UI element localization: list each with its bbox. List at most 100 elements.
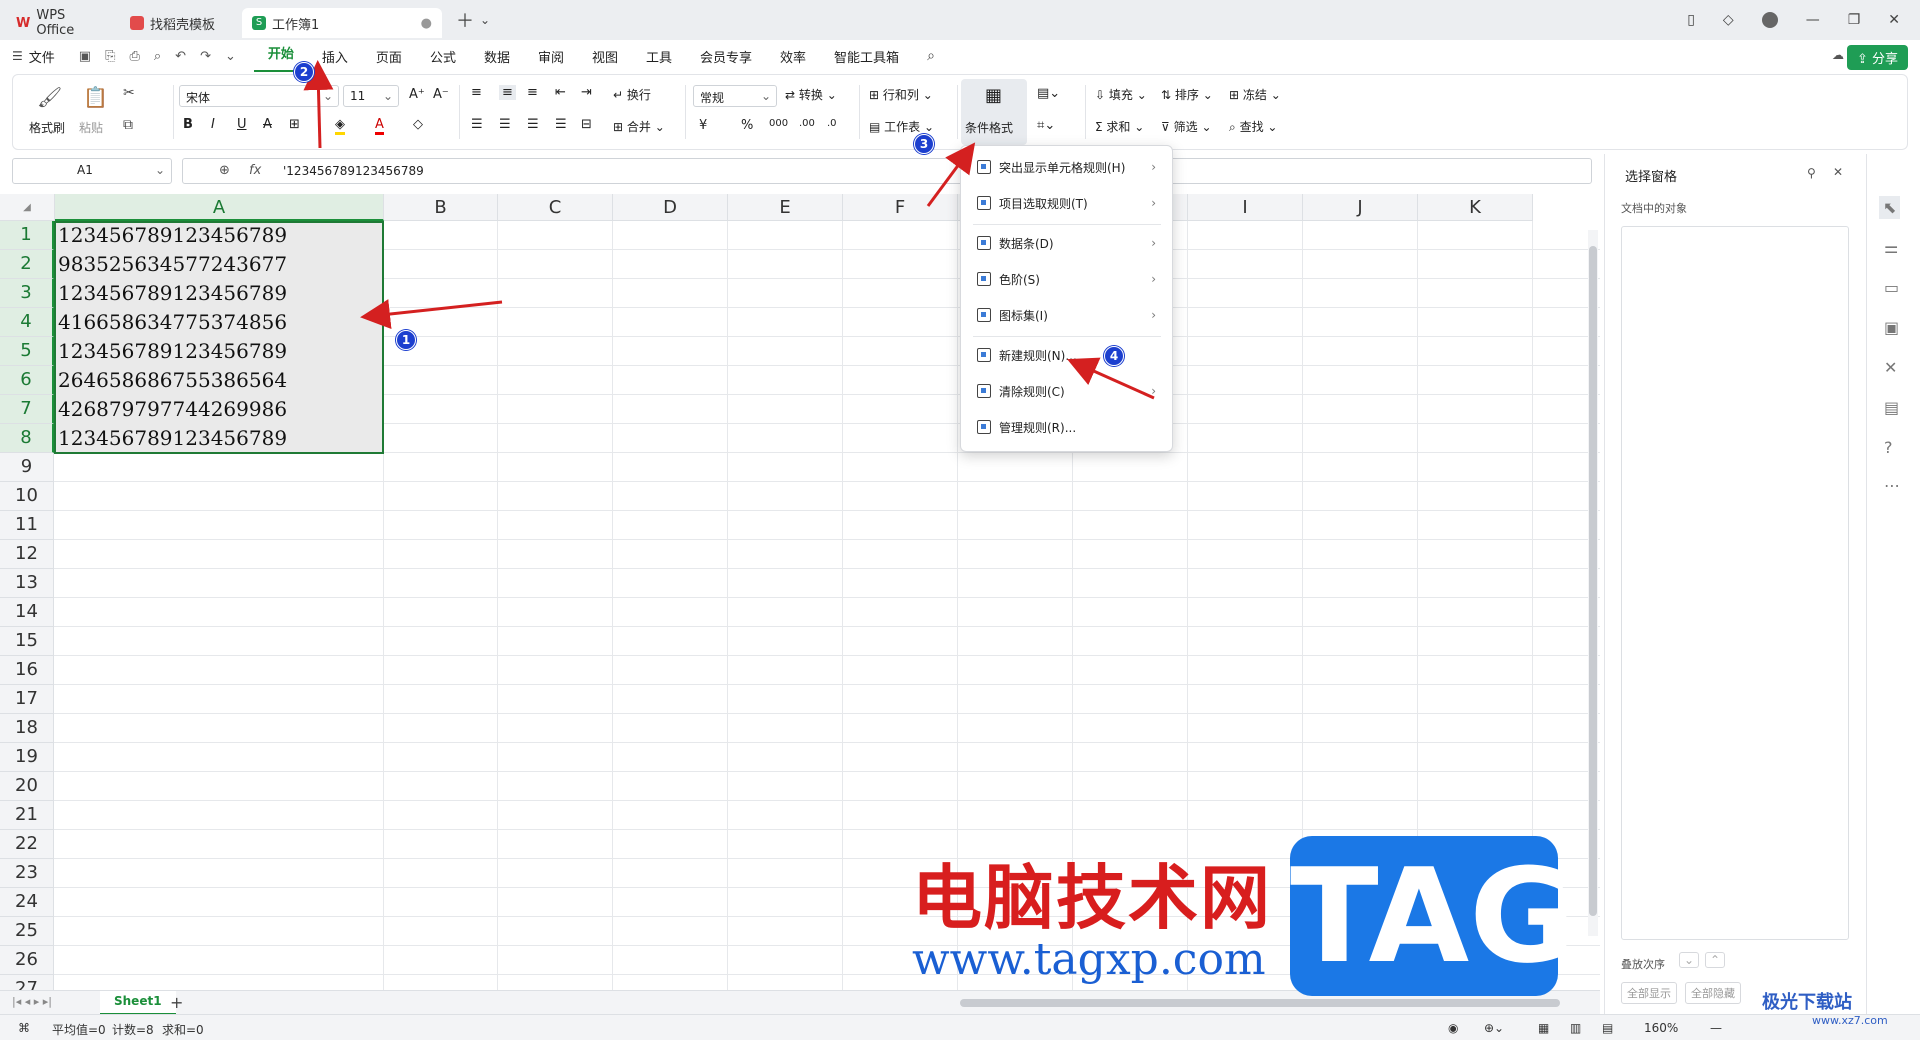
filter-button[interactable]: ⊽ 筛选 ⌄ (1161, 118, 1212, 135)
menu-member[interactable]: 会员专享 (686, 47, 766, 66)
cell-a6[interactable]: 264658686755386564 (55, 366, 382, 395)
sheet-nav-icons[interactable]: |◂ ◂ ▸ ▸| (12, 995, 52, 1008)
cell-a7[interactable]: 426879797744269986 (55, 395, 382, 424)
fill-button[interactable]: ⇩ 填充 ⌄ (1095, 86, 1147, 103)
print-icon[interactable]: ⎙ (129, 49, 139, 64)
page-view-icon[interactable]: ▤ (1602, 1021, 1613, 1035)
row-header-12[interactable]: 12 (0, 540, 54, 569)
name-box[interactable]: A1 ⌄ (12, 158, 172, 184)
close-window-icon[interactable]: ✕ (1888, 12, 1900, 28)
merge-button[interactable]: ⊞ 合并 ⌄ (613, 118, 665, 135)
column-header-a[interactable]: A (55, 194, 384, 221)
row-header-6[interactable]: 6 (0, 366, 54, 395)
search-icon[interactable]: ⌕ (927, 48, 935, 64)
row-header-25[interactable]: 25 (0, 917, 54, 946)
border-icon[interactable]: ⊞ (289, 117, 300, 132)
menu-data-bars[interactable]: 数据条(D) › (961, 228, 1172, 258)
row-header-4[interactable]: 4 (0, 308, 54, 337)
rowcol-button[interactable]: ⊞ 行和列 ⌄ (869, 86, 933, 103)
more-icon[interactable]: ⋯ (1884, 476, 1900, 495)
reading-view-icon[interactable]: ▥ (1570, 1021, 1581, 1035)
column-header-i[interactable]: I (1188, 194, 1303, 221)
order-down-button[interactable]: ⌄ (1679, 952, 1700, 968)
menu-file[interactable]: 文件 (27, 47, 69, 66)
book-icon[interactable]: ▤ (1884, 398, 1899, 417)
row-header-23[interactable]: 23 (0, 859, 54, 888)
cell-a4[interactable]: 416658634775374856 (55, 308, 382, 337)
eye-icon[interactable]: ◉ (1448, 1021, 1458, 1035)
row-header-13[interactable]: 13 (0, 569, 54, 598)
row-header-18[interactable]: 18 (0, 714, 54, 743)
underline-button[interactable]: U (237, 117, 247, 132)
share-button[interactable]: ⇪ 分享 (1846, 45, 1908, 70)
tab-docer[interactable]: 找稻壳模板 (120, 8, 236, 38)
chevron-down-icon[interactable]: ⌄ (225, 49, 236, 64)
menu-tools[interactable]: 工具 (632, 47, 686, 66)
font-color-icon[interactable]: A (375, 117, 384, 135)
font-size-select[interactable]: 11 ⌄ (343, 85, 399, 107)
sheet-tab-sheet1[interactable]: Sheet1 (100, 991, 176, 1015)
minimize-icon[interactable]: — (1806, 12, 1820, 28)
copy-icon[interactable]: ⧉ (123, 117, 133, 133)
tools-icon[interactable]: ✕ (1884, 358, 1897, 377)
hamburger-icon[interactable]: ☰ (12, 49, 23, 63)
column-header-k[interactable]: K (1418, 194, 1533, 221)
order-up-button[interactable]: ⌃ (1705, 952, 1726, 968)
menu-efficiency[interactable]: 效率 (766, 47, 820, 66)
font-name-select[interactable]: 宋体 ⌄ (179, 85, 339, 107)
fill-color-icon[interactable]: ◈ (335, 117, 345, 135)
cell-a8[interactable]: 123456789123456789 (55, 424, 382, 453)
column-header-d[interactable]: D (613, 194, 728, 221)
objects-list[interactable] (1621, 226, 1849, 940)
row-header-24[interactable]: 24 (0, 888, 54, 917)
distribute-icon[interactable]: ⊟ (581, 117, 592, 132)
row-header-2[interactable]: 2 (0, 250, 54, 279)
menu-formula[interactable]: 公式 (416, 47, 470, 66)
clear-icon[interactable]: ◇ (413, 117, 423, 132)
column-header-j[interactable]: J (1303, 194, 1418, 221)
menu-color-scales[interactable]: 色阶(S) › (961, 264, 1172, 294)
help-icon[interactable]: ? (1884, 438, 1893, 457)
italic-button[interactable]: I (211, 117, 215, 132)
cell-a3[interactable]: 123456789123456789 (55, 279, 382, 308)
row-header-9[interactable]: 9 (0, 453, 54, 482)
add-sheet-button[interactable]: + (170, 993, 183, 1012)
align-middle-icon[interactable]: ≡ (499, 85, 516, 100)
decimal-decrease-icon[interactable]: .0 (827, 118, 837, 129)
tab-workbook[interactable]: S 工作簿1 ● (242, 8, 442, 38)
chevron-down-icon[interactable]: ⌄ (480, 13, 490, 27)
column-header-c[interactable]: C (498, 194, 613, 221)
scroll-thumb[interactable] (1589, 246, 1597, 916)
menu-new-rule[interactable]: 新建规则(N)... (961, 340, 1172, 370)
menu-page[interactable]: 页面 (362, 47, 416, 66)
undo-icon[interactable]: ↶ (175, 49, 186, 64)
font-grow-icon[interactable]: A⁺ (409, 87, 425, 102)
vertical-scrollbar[interactable] (1588, 230, 1598, 936)
cell-style-icon[interactable]: ▤⌄ (1037, 86, 1060, 101)
align-center-icon[interactable]: ☰ (499, 117, 511, 132)
number-format-select[interactable]: 常规 ⌄ (693, 85, 777, 107)
justify-icon[interactable]: ☰ (555, 117, 567, 132)
cell-a5[interactable]: 123456789123456789 (55, 337, 382, 366)
select-cursor-icon[interactable]: ⬉ (1879, 196, 1901, 219)
layout-icon[interactable]: ▯ (1687, 12, 1695, 28)
redo-icon[interactable]: ↷ (200, 49, 211, 64)
comment-icon[interactable]: ▭ (1884, 278, 1899, 297)
row-header-8[interactable]: 8 (0, 424, 54, 453)
column-header-b[interactable]: B (384, 194, 498, 221)
normal-view-icon[interactable]: ▦ (1538, 1021, 1549, 1035)
cloud-icon[interactable]: ☁ (1832, 48, 1844, 62)
row-header-27[interactable]: 27 (0, 975, 54, 990)
formula-input[interactable]: ⊕ fx '123456789123456789 (182, 158, 1592, 184)
tab-wps-office[interactable]: W WPS Office (6, 8, 114, 38)
align-right-icon[interactable]: ☰ (527, 117, 539, 132)
close-panel-icon[interactable]: ✕ (1833, 165, 1843, 179)
menu-view[interactable]: 视图 (578, 47, 632, 66)
sort-button[interactable]: ⇅ 排序 ⌄ (1161, 86, 1213, 103)
cell-a2[interactable]: 983525634577243677 (55, 250, 382, 279)
row-header-14[interactable]: 14 (0, 598, 54, 627)
avatar[interactable] (1761, 12, 1778, 28)
row-header-15[interactable]: 15 (0, 627, 54, 656)
percent-button[interactable]: % (741, 118, 753, 133)
menu-highlight-rules[interactable]: 突出显示单元格规则(H) › (961, 152, 1172, 182)
